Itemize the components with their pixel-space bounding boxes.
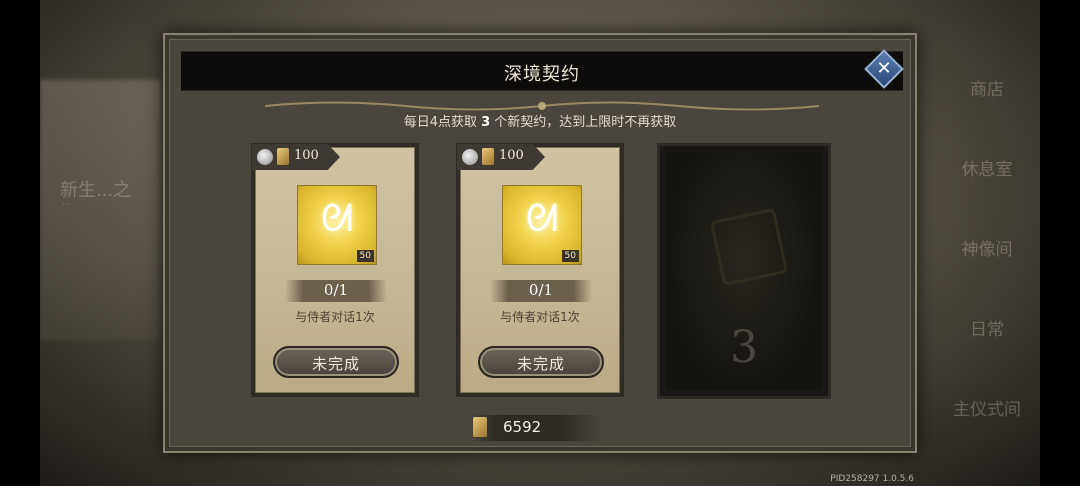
background-menu-item: 日常 [970,320,1004,340]
task-description: 与侍者对话1次 [500,310,580,324]
contract-scroll-icon [482,148,494,165]
currency-value: 6592 [503,418,542,436]
coin-icon [462,149,478,165]
info-count: 3 [481,115,491,130]
progress-text: 0/1 [528,281,554,299]
reward-item[interactable]: ᘛ 50 [502,185,582,265]
contract-card-body: 100 ᘛ 50 0/1 与侍者对话1次 未完成 [252,144,415,393]
cost-tag: 100 [457,144,545,170]
status-button[interactable]: 未完成 [478,346,604,378]
cost-value: 100 [499,148,524,163]
background-menu-item: 商店 [970,80,1004,100]
reward-item[interactable]: ᘛ 50 [297,185,377,265]
flame-sigil-icon: ᘛ [320,196,354,240]
dialog-title-bar: 深境契约 [181,51,903,91]
status-button[interactable]: 未完成 [273,346,399,378]
task-description: 与侍者对话1次 [295,310,375,324]
close-icon: ✕ [876,58,892,79]
background-decoration [40,80,160,340]
contract-info-text: 每日4点获取 3 个新契约，达到上限时不再获取 [165,111,915,130]
locked-contract-slot: 3 [657,143,831,399]
contract-card-body: 100 ᘛ 50 0/1 与侍者对话1次 未完成 [457,144,620,393]
cost-value: 100 [294,148,319,163]
progress-bar: 0/1 [285,280,387,302]
progress-bar: 0/1 [490,280,592,302]
contract-card-2[interactable]: 100 ᘛ 50 0/1 与侍者对话1次 未完成 [456,143,624,397]
reward-count: 50 [561,250,579,262]
background-menu-item: 休息室 [961,160,1013,180]
flame-sigil-icon: ᘛ [525,196,559,240]
background-menu-item: 神像间 [961,240,1013,260]
locked-slot-number: 3 [730,322,758,373]
contract-dialog: 深境契约 ✕ 每日4点获取 3 个新契约，达到上限时不再获取 100 ᘛ 50 … [163,33,917,453]
cost-tag: 100 [252,144,340,170]
background-menu-item: 主仪式间 [953,400,1021,420]
locked-slot-body: 3 [666,152,822,390]
background-location-sublabel: ... [62,198,71,208]
dialog-title: 深境契约 [504,64,580,85]
info-prefix: 每日4点获取 [403,115,477,130]
progress-text: 0/1 [323,281,349,299]
status-label: 未完成 [311,355,360,373]
reward-count: 50 [356,250,374,262]
contract-scroll-icon [473,417,487,437]
background-side-menu: 商店 休息室 神像间 日常 主仪式间 [942,75,1032,475]
contract-scroll-icon [277,148,289,165]
version-label: PID258297 1.0.5.6 [830,474,914,484]
info-suffix: 个新契约，达到上限时不再获取 [494,115,677,130]
contract-currency: 6592 [471,415,601,441]
coin-icon [257,149,273,165]
background-location-label: 新生...之 [60,180,132,201]
status-label: 未完成 [516,355,565,373]
contract-card-1[interactable]: 100 ᘛ 50 0/1 与侍者对话1次 未完成 [251,143,419,397]
scroll-icon [709,207,789,287]
